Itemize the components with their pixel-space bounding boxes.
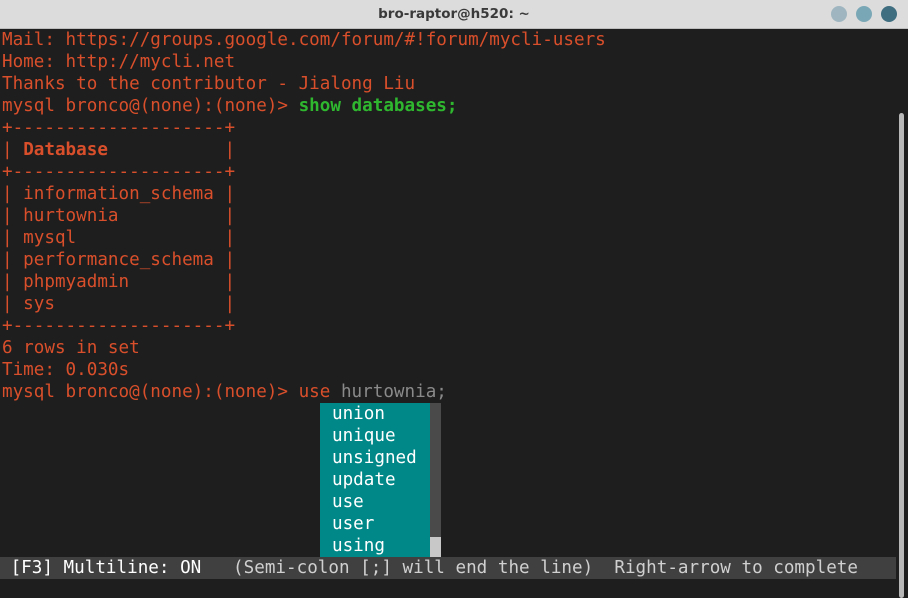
window-title: bro-raptor@h520: ~ (378, 6, 530, 22)
table-header-label: Database (23, 140, 108, 160)
rows-in-set: 6 rows in set (2, 338, 140, 358)
mail-line: Mail: https://groups.google.com/forum/#!… (2, 30, 606, 50)
close-button[interactable] (881, 6, 897, 22)
table-border-top: +--------------------+ (2, 118, 236, 138)
table-header: | Database | (2, 139, 235, 161)
completion-scrollbar[interactable] (430, 403, 441, 557)
command-text: show databases; (298, 96, 458, 116)
typed-command: use (298, 382, 331, 402)
table-row: | information_schema | (2, 184, 236, 204)
completion-item[interactable]: using (320, 535, 430, 557)
table-border-mid: +--------------------+ (2, 162, 236, 182)
f3-key-label: [F3] (10, 558, 53, 578)
completion-item[interactable]: update (320, 469, 430, 491)
toolbar-hint: (Semi-colon [;] will end the line) Right… (201, 558, 858, 578)
table-header-right: | (107, 140, 236, 160)
prompt: mysql bronco@(none):(none)> (2, 382, 299, 402)
query-time: Time: 0.030s (2, 360, 130, 380)
terminal-content[interactable]: Mail: https://groups.google.com/forum/#!… (0, 29, 896, 598)
command-line-2[interactable]: mysql bronco@(none):(none)> use hurtowni… (2, 381, 447, 403)
table-row: | hurtownia | (2, 206, 236, 226)
completion-item[interactable]: union (320, 403, 430, 425)
multiline-status: Multiline: ON (52, 558, 202, 578)
table-row: | performance_schema | (2, 250, 236, 270)
table-row: | mysql | (2, 228, 236, 248)
title-bar: bro-raptor@h520: ~ (0, 0, 908, 29)
minimize-button[interactable] (831, 6, 847, 22)
prompt: mysql bronco@(none):(none)> (2, 96, 299, 116)
bottom-toolbar: [F3] Multiline: ON (Semi-colon [;] will … (0, 557, 896, 579)
auto-suggestion: hurtownia; (330, 382, 447, 402)
thanks-line: Thanks to the contributor - Jialong Liu (2, 74, 416, 94)
table-row: | phpmyadmin | (2, 272, 236, 292)
terminal-scroll-thumb[interactable] (899, 113, 904, 598)
table-header-left: | (2, 140, 24, 160)
completion-item[interactable]: unsigned (320, 447, 430, 469)
home-line: Home: http://mycli.net (2, 52, 236, 72)
completion-item[interactable]: user (320, 513, 430, 535)
completion-item[interactable]: unique (320, 425, 430, 447)
completion-scroll-thumb[interactable] (430, 537, 441, 557)
table-row: | sys | (2, 294, 236, 314)
terminal-window: bro-raptor@h520: ~ Mail: https://groups.… (0, 0, 908, 598)
completion-item[interactable]: use (320, 491, 430, 513)
completion-menu[interactable]: union unique unsigned update use user us… (320, 403, 430, 557)
terminal-scrollbar[interactable] (896, 29, 908, 598)
maximize-button[interactable] (856, 6, 872, 22)
command-line-1: mysql bronco@(none):(none)> show databas… (2, 95, 457, 117)
table-border-bottom: +--------------------+ (2, 316, 236, 336)
